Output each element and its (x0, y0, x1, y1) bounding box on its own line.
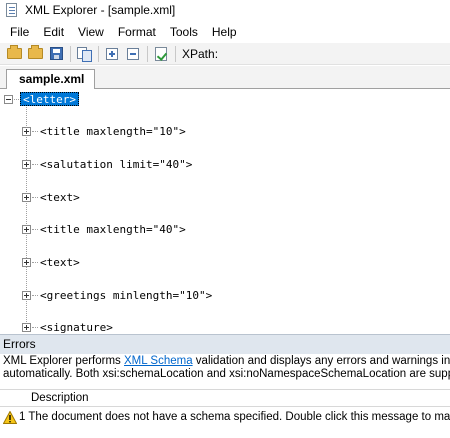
expand-toggle-icon[interactable] (22, 192, 31, 202)
tree-node-label[interactable]: <greetings minlength="10"> (40, 289, 212, 302)
open-recent-button[interactable] (26, 45, 44, 63)
errors-description: XML Explorer performs XML Schema validat… (3, 355, 450, 380)
menu-view[interactable]: View (72, 22, 110, 42)
save-button[interactable] (47, 45, 65, 63)
toolbar-separator (70, 45, 71, 62)
menu-edit[interactable]: Edit (37, 22, 70, 42)
expand-toggle-icon[interactable] (22, 322, 31, 332)
copy-icon (77, 47, 92, 62)
collapse-all-button[interactable] (124, 45, 142, 63)
collapse-all-icon (127, 47, 139, 60)
tree-node-label[interactable]: <letter> (20, 92, 79, 106)
expand-toggle-icon[interactable] (22, 159, 31, 169)
xml-schema-link[interactable]: XML Schema (124, 355, 193, 367)
toolbar-separator (175, 45, 176, 62)
tree-node-label[interactable]: <title maxlength="10"> (40, 125, 186, 138)
app-icon (5, 2, 19, 18)
validate-button[interactable] (152, 45, 170, 63)
expand-toggle-icon[interactable] (22, 126, 31, 136)
tree-node[interactable]: <salutation limit="40"> (22, 156, 192, 172)
column-header-description[interactable]: Description (31, 390, 89, 407)
window-title: XML Explorer - [sample.xml] (25, 3, 176, 17)
xpath-label: XPath: (182, 46, 219, 61)
warning-icon (3, 410, 17, 424)
expand-toggle-icon[interactable] (22, 290, 31, 300)
menu-help[interactable]: Help (206, 22, 243, 42)
tree-node[interactable]: <signature> (22, 319, 113, 333)
errors-panel-header: Errors (0, 334, 450, 354)
tree-node-root[interactable]: <letter> (4, 91, 79, 107)
expand-toggle-icon[interactable] (22, 224, 31, 234)
copy-button[interactable] (75, 45, 93, 63)
expand-toggle-icon[interactable] (22, 257, 31, 267)
tree-node-label[interactable]: <text> (40, 256, 80, 269)
tree-node[interactable]: <title maxlength="40"> (22, 221, 186, 237)
title-bar: XML Explorer - [sample.xml] (0, 0, 450, 20)
errors-grid-header: Description (0, 389, 450, 407)
open-recent-icon (27, 45, 43, 59)
menu-tools[interactable]: Tools (164, 22, 204, 42)
error-number: 1 (19, 411, 26, 423)
toolbar-separator (147, 45, 148, 62)
tree-node-label[interactable]: <signature> (40, 321, 113, 334)
toolbar-separator (98, 45, 99, 62)
menu-format[interactable]: Format (112, 22, 162, 42)
expand-all-button[interactable] (103, 45, 121, 63)
error-row[interactable]: 1 The document does not have a schema sp… (0, 408, 450, 426)
menu-file[interactable]: File (4, 22, 35, 42)
tab-sample-xml[interactable]: sample.xml (6, 69, 96, 90)
tree-node-label[interactable]: <salutation limit="40"> (40, 158, 192, 171)
tree-node-label[interactable]: <text> (40, 191, 80, 204)
save-icon (49, 47, 63, 60)
open-folder-button[interactable] (5, 45, 23, 63)
toolbar: XPath: (0, 43, 450, 65)
tree-node[interactable]: <title maxlength="10"> (22, 123, 186, 139)
validate-icon (155, 46, 167, 61)
tree-node[interactable]: <greetings minlength="10"> (22, 287, 212, 303)
error-message[interactable]: The document does not have a schema spec… (28, 411, 450, 423)
open-folder-icon (6, 45, 22, 59)
menu-bar: File Edit View Format Tools Help (0, 22, 450, 42)
collapse-toggle-icon[interactable] (4, 94, 13, 104)
tree-node-label[interactable]: <title maxlength="40"> (40, 223, 186, 236)
document-tab-strip: sample.xml (0, 66, 450, 90)
tree-node[interactable]: <text> (22, 189, 80, 205)
expand-all-icon (106, 47, 118, 60)
tree-node[interactable]: <text> (22, 254, 80, 270)
xml-tree-view: <letter> <title maxlength="10"> <salutat… (0, 89, 450, 333)
